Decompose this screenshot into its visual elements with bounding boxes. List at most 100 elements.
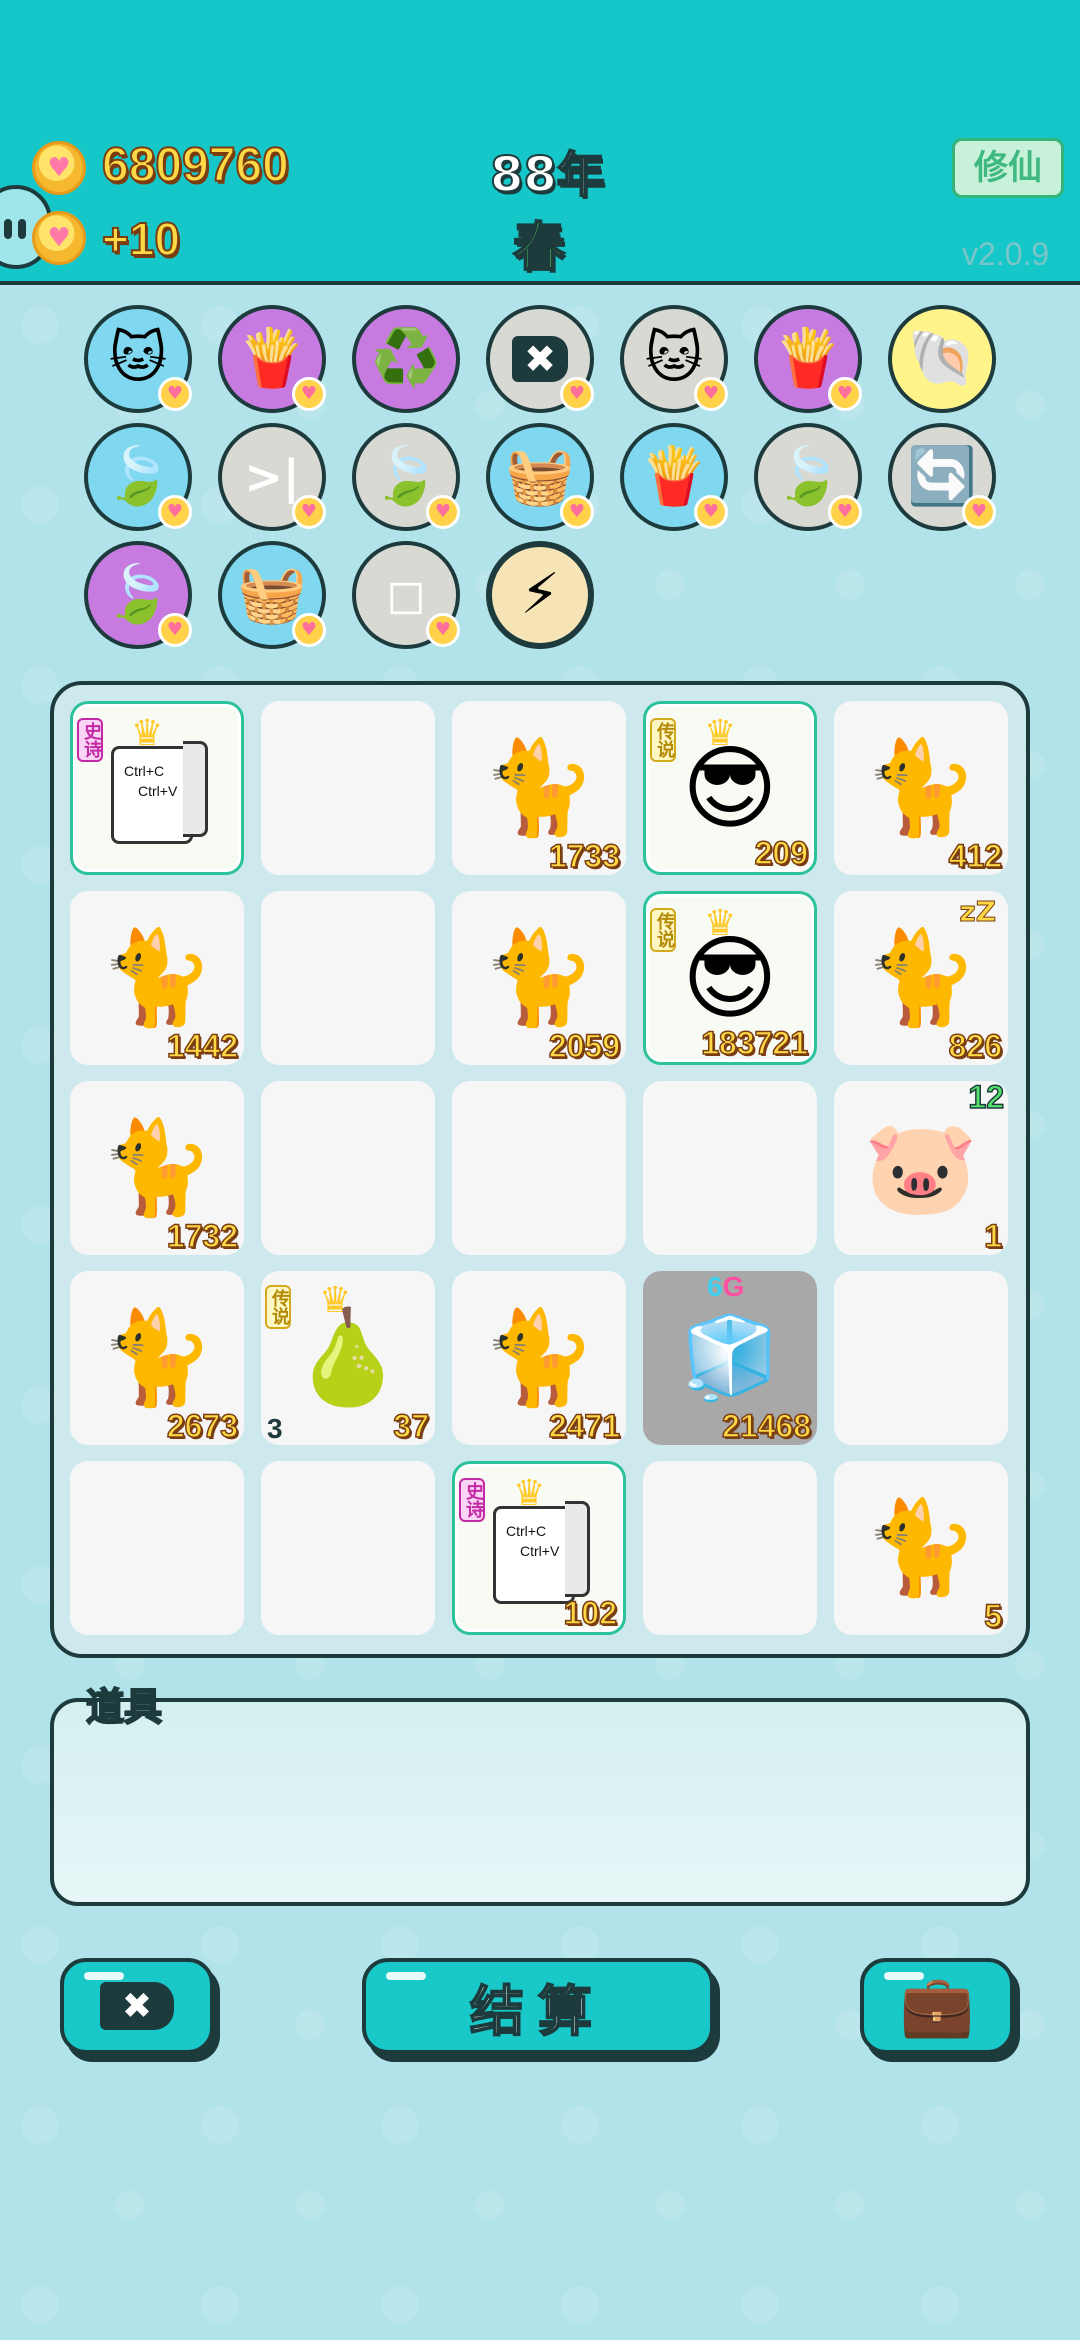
board-cell[interactable]: 🐈 2059 xyxy=(452,891,626,1065)
fries-icon[interactable]: 🍟 ♥ xyxy=(218,305,326,413)
board-cell[interactable]: 🐈 5 xyxy=(834,1461,1008,1635)
cell-value: 2059 xyxy=(548,1027,621,1065)
cat-icon: 🐈 xyxy=(863,1494,979,1601)
briefcase-icon: 💼 xyxy=(899,1971,975,2041)
board-cell[interactable]: 🧊 6G 21468 xyxy=(643,1271,817,1445)
crown-icon: ♛ xyxy=(513,1473,546,1514)
board-cell[interactable]: Ctrl+C Ctrl+V ♛ 史诗 xyxy=(70,701,244,875)
leaf-icon[interactable]: 🍃 ♥ xyxy=(754,423,862,531)
copy-paste-card-icon: Ctrl+C Ctrl+V xyxy=(111,741,208,844)
board-cell[interactable] xyxy=(261,1081,435,1255)
cell-value: 1733 xyxy=(548,837,621,875)
leaf-icon[interactable]: 🍃 ♥ xyxy=(352,423,460,531)
heart-badge-icon: ♥ xyxy=(292,377,326,411)
sugar-cubes-icon[interactable]: ◻ ♥ xyxy=(352,541,460,649)
refresh-icon[interactable]: 🔄 ♥ xyxy=(888,423,996,531)
delete-button[interactable]: ✖ xyxy=(60,1958,214,2054)
board-cell[interactable] xyxy=(261,891,435,1065)
cell-value: 37 xyxy=(393,1407,430,1445)
board-cell[interactable]: 🐈 1732 xyxy=(70,1081,244,1255)
cell-value: 209 xyxy=(754,834,809,872)
settle-label: 结算 xyxy=(469,1979,606,2044)
top-bar: ♥ 6809760 ♥ +10 88年 春 修仙 v2.0.9 xyxy=(0,0,1080,285)
coin-gain: +10 xyxy=(101,212,181,266)
leaf-icon[interactable]: 🍃 ♥ xyxy=(84,541,192,649)
crown-icon: ♛ xyxy=(704,903,737,944)
heart-badge-icon: ♥ xyxy=(694,377,728,411)
board-cell[interactable] xyxy=(261,1461,435,1635)
board-cell[interactable]: 😎 ♛ 传说 209 xyxy=(643,701,817,875)
board-cell[interactable]: 🐈 412 xyxy=(834,701,1008,875)
year-label: 88年 xyxy=(489,146,606,204)
board-cell[interactable] xyxy=(834,1271,1008,1445)
cell-level: 3 xyxy=(267,1413,283,1444)
cell-value: 412 xyxy=(948,837,1003,875)
board-cell[interactable]: 🍐 ♛ 传说 3 37 xyxy=(261,1271,435,1445)
recycle-icon[interactable]: ♻️ xyxy=(352,305,460,413)
heart-badge-icon: ♥ xyxy=(292,495,326,529)
heart-badge-icon: ♥ xyxy=(962,495,996,529)
cat-icon[interactable]: 🐱 ♥ xyxy=(84,305,192,413)
copy-paste-card-icon: Ctrl+C Ctrl+V xyxy=(493,1501,590,1604)
board-cell[interactable] xyxy=(643,1081,817,1255)
game-board: Ctrl+C Ctrl+V ♛ 史诗 🐈 1733 😎 ♛ 传说 209 🐈 412 🐈 1442 🐈 205… xyxy=(50,681,1030,1658)
cell-value: 1732 xyxy=(166,1217,239,1255)
settle-button[interactable]: 结算 xyxy=(362,1958,714,2054)
board-cell[interactable]: 🐈 1733 xyxy=(452,701,626,875)
cell-value: 826 xyxy=(948,1027,1003,1065)
sleep-icon: zZ xyxy=(959,895,997,929)
board-cell[interactable]: Ctrl+C Ctrl+V ♛ 史诗 102 xyxy=(452,1461,626,1635)
heart-badge-icon: ♥ xyxy=(426,613,460,647)
heart-badge-icon: ♥ xyxy=(828,377,862,411)
items-label: 道具 xyxy=(85,1684,163,1730)
storage-label: 6G xyxy=(707,1271,744,1303)
backpack-button[interactable]: 💼 xyxy=(860,1958,1014,2054)
coin-gain-icon: ♥ xyxy=(32,211,86,265)
board-cell[interactable]: 🐈 2471 xyxy=(452,1271,626,1445)
rarity-tag: 史诗 xyxy=(459,1478,485,1522)
heart-badge-icon: ♥ xyxy=(158,377,192,411)
board-cell[interactable]: 🐷 12 1 xyxy=(834,1078,1008,1255)
fruit-basket-icon[interactable]: 🧺 ♥ xyxy=(218,541,326,649)
board-cell[interactable] xyxy=(452,1081,626,1255)
fruit-basket-icon[interactable]: 🧺 ♥ xyxy=(486,423,594,531)
cell-value: 1 xyxy=(983,1217,1002,1255)
board-cell[interactable] xyxy=(643,1461,817,1635)
cell-value: 21468 xyxy=(721,1407,811,1445)
storage-num: 6 xyxy=(707,1271,723,1302)
cats-pair-icon[interactable]: 🐱 ♥ xyxy=(620,305,728,413)
crown-icon: ♛ xyxy=(319,1280,352,1321)
leaf-icon[interactable]: 🍃 ♥ xyxy=(84,423,192,531)
heart-badge-icon: ♥ xyxy=(560,377,594,411)
heart-badge-icon: ♥ xyxy=(158,613,192,647)
heart-badge-icon: ♥ xyxy=(560,495,594,529)
fries-icon[interactable]: 🍟 ♥ xyxy=(620,423,728,531)
cultivation-button[interactable]: 修仙 xyxy=(952,138,1064,198)
board-cell[interactable]: 🐈 1442 xyxy=(70,891,244,1065)
storage-unit: G xyxy=(722,1271,745,1302)
delete-tag-icon: ✖ xyxy=(100,1982,174,2030)
board-cell[interactable] xyxy=(70,1461,244,1635)
shell-icon[interactable]: 🐚 xyxy=(888,305,996,413)
heart-badge-icon: ♥ xyxy=(828,495,862,529)
cell-value: 5 xyxy=(983,1597,1002,1635)
fries-icon[interactable]: 🍟 ♥ xyxy=(754,305,862,413)
delete-tag-icon[interactable]: ✖ ♥ xyxy=(486,305,594,413)
cell-value: 183721 xyxy=(700,1024,808,1062)
rarity-tag: 传说 xyxy=(650,718,676,762)
cell-top-count: 12 xyxy=(968,1078,1005,1116)
crown-icon: ♛ xyxy=(704,713,737,754)
board-cell[interactable]: 🐈 2673 xyxy=(70,1271,244,1445)
board-cell[interactable]: 🐈 zZ 826 xyxy=(834,891,1008,1065)
rarity-tag: 史诗 xyxy=(77,718,103,762)
season-label: 春 xyxy=(512,217,566,279)
cell-value: 2673 xyxy=(166,1407,239,1445)
board-cell[interactable]: 😎 ♛ 传说 183721 xyxy=(643,891,817,1065)
heart-badge-icon: ♥ xyxy=(694,495,728,529)
lightning-icon[interactable]: ⚡ xyxy=(486,541,594,649)
board-cell[interactable] xyxy=(261,701,435,875)
cell-value: 102 xyxy=(563,1594,618,1632)
skip-icon[interactable]: >| ♥ xyxy=(218,423,326,531)
version-label: v2.0.9 xyxy=(962,236,1050,272)
cell-value: 2471 xyxy=(548,1407,621,1445)
